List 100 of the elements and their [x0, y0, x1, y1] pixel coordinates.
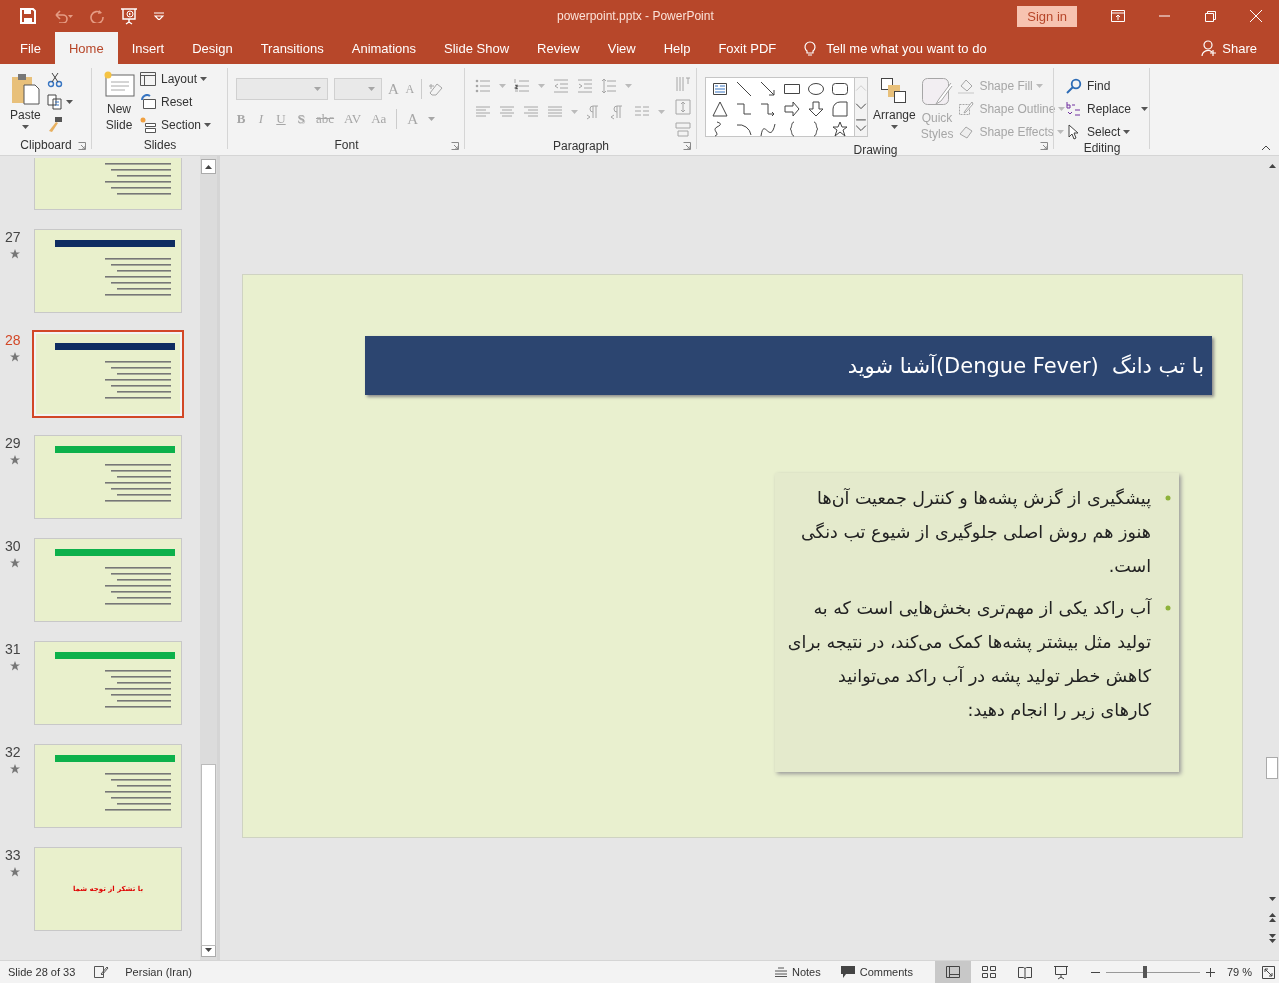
star-icon[interactable]: [832, 121, 848, 137]
paste-button[interactable]: Paste: [10, 73, 41, 129]
presentation-icon[interactable]: [120, 7, 138, 25]
arc-icon[interactable]: [736, 121, 752, 137]
share-button[interactable]: Share: [1201, 32, 1279, 64]
dialog-launcher-icon[interactable]: [78, 142, 86, 150]
reset-button[interactable]: Reset: [140, 93, 214, 110]
slide-thumbnail[interactable]: [34, 435, 182, 519]
ribbon-tab[interactable]: Design: [178, 32, 247, 64]
slide-thumbnail[interactable]: [34, 229, 182, 313]
quick-styles-icon: [921, 77, 954, 107]
snip-shape-icon[interactable]: [832, 101, 848, 117]
redo-icon[interactable]: [90, 9, 104, 23]
triangle-icon[interactable]: [712, 101, 728, 117]
scrollbar[interactable]: [200, 156, 217, 960]
select-button[interactable]: Select: [1066, 123, 1150, 140]
language-label[interactable]: Persian (Iran): [125, 966, 192, 978]
slide-number: 27: [5, 229, 21, 245]
ribbon-tab[interactable]: Slide Show: [430, 32, 524, 64]
down-arrow-icon[interactable]: [808, 101, 824, 117]
text-lines-drawing: [105, 773, 171, 811]
text-box-icon[interactable]: [712, 81, 728, 97]
window-title: powerpoint.pptx - PowerPoint: [556, 9, 715, 23]
text-lines-drawing: [105, 567, 171, 605]
oval-icon[interactable]: [808, 81, 824, 97]
lightbulb-icon: [804, 39, 817, 57]
text-lines-drawing: [105, 464, 171, 502]
slide-number: 29: [5, 435, 21, 451]
ribbon-tab[interactable]: Insert: [117, 32, 179, 64]
caret-icon: [314, 87, 321, 91]
ribbon-tab[interactable]: File: [6, 32, 55, 64]
reset-icon[interactable]: [140, 93, 156, 110]
caret-icon: [538, 84, 545, 88]
ribbon-tab[interactable]: Home: [54, 32, 118, 64]
close-icon[interactable]: [1250, 10, 1262, 22]
dialog-launcher-icon[interactable]: [683, 142, 691, 150]
ribbon-display-icon[interactable]: [1111, 10, 1125, 22]
dialog-launcher-icon[interactable]: [1040, 142, 1048, 150]
caret-icon: [1141, 106, 1148, 111]
new-slide-button[interactable]: New Slide: [102, 70, 136, 133]
reading-view-icon: [1016, 964, 1033, 980]
slide-number: 31: [5, 641, 21, 657]
section-button[interactable]: Section: [140, 116, 214, 133]
ribbon-tab[interactable]: Review: [523, 32, 594, 64]
undo-icon[interactable]: [52, 9, 74, 23]
arrange-button[interactable]: Arrange: [873, 77, 916, 129]
rounded-rectangle-icon[interactable]: [832, 81, 848, 97]
customize-icon[interactable]: [154, 12, 164, 20]
tell-me-field[interactable]: Tell me what you want to do: [826, 40, 987, 56]
text-lines-drawing: [105, 162, 171, 195]
ribbon-tab[interactable]: View: [593, 32, 650, 64]
scrollbar-thumb[interactable]: [201, 764, 216, 946]
right-arrow-icon[interactable]: [784, 101, 800, 117]
rectangle-icon[interactable]: [784, 81, 800, 97]
save-icon[interactable]: [20, 8, 36, 24]
find-button[interactable]: Find: [1066, 77, 1150, 94]
replace-button[interactable]: Replace: [1066, 100, 1150, 117]
font-size-field[interactable]: [334, 78, 382, 100]
curve-icon[interactable]: [760, 121, 776, 137]
clipboard-icon: [10, 73, 41, 105]
layout-icon[interactable]: [140, 70, 156, 87]
cut-icon[interactable]: [46, 72, 63, 88]
spell-check-icon[interactable]: [93, 965, 110, 979]
slide-thumbnail[interactable]: [34, 158, 182, 210]
collapse-ribbon-icon[interactable]: [1261, 145, 1271, 151]
ribbon-tab[interactable]: Transitions: [246, 32, 338, 64]
notes-button[interactable]: Notes: [775, 966, 821, 978]
zoom-thumb[interactable]: [1143, 966, 1148, 978]
restore-icon[interactable]: [1204, 10, 1216, 22]
ribbon-tab[interactable]: Help: [649, 32, 705, 64]
zoom-in-icon[interactable]: [1205, 967, 1215, 977]
view-button[interactable]: [934, 961, 971, 983]
dialog-launcher-icon[interactable]: [451, 142, 459, 150]
search-icon[interactable]: [1066, 77, 1082, 94]
sign-in-button[interactable]: Sign in: [1017, 5, 1077, 27]
replace-icon[interactable]: [1066, 100, 1082, 117]
star-icon: [10, 455, 20, 465]
ribbon-tab[interactable]: Animations: [337, 32, 431, 64]
slide-thumbnail[interactable]: [34, 744, 182, 828]
font-name-field[interactable]: [236, 78, 328, 100]
caret-icon: [1035, 83, 1043, 88]
fit-to-window-icon[interactable]: [1262, 965, 1275, 979]
copy-icon[interactable]: [46, 94, 63, 110]
normal-view-icon: [944, 964, 961, 980]
line-icon[interactable]: [736, 81, 752, 97]
slide-thumbnail[interactable]: [32, 330, 184, 418]
section-icon[interactable]: [140, 116, 156, 133]
format-painter-icon[interactable]: [46, 116, 63, 132]
ribbon-tab[interactable]: Foxit PDF: [704, 32, 791, 64]
slide-thumbnail[interactable]: [34, 641, 182, 725]
caret-icon: [571, 110, 578, 114]
slide-thumbnail[interactable]: [34, 538, 182, 622]
arrow-icon[interactable]: [760, 81, 776, 97]
scroll-up-icon[interactable]: [205, 164, 212, 169]
elbow-arrow-icon[interactable]: [760, 101, 776, 117]
comments-button[interactable]: Comments: [840, 966, 913, 978]
zoom-level[interactable]: 79 %: [1226, 966, 1252, 978]
layout-button[interactable]: Layout: [140, 70, 214, 87]
minimize-icon[interactable]: [1158, 15, 1170, 17]
scrollbar-thumb[interactable]: [1266, 757, 1278, 779]
